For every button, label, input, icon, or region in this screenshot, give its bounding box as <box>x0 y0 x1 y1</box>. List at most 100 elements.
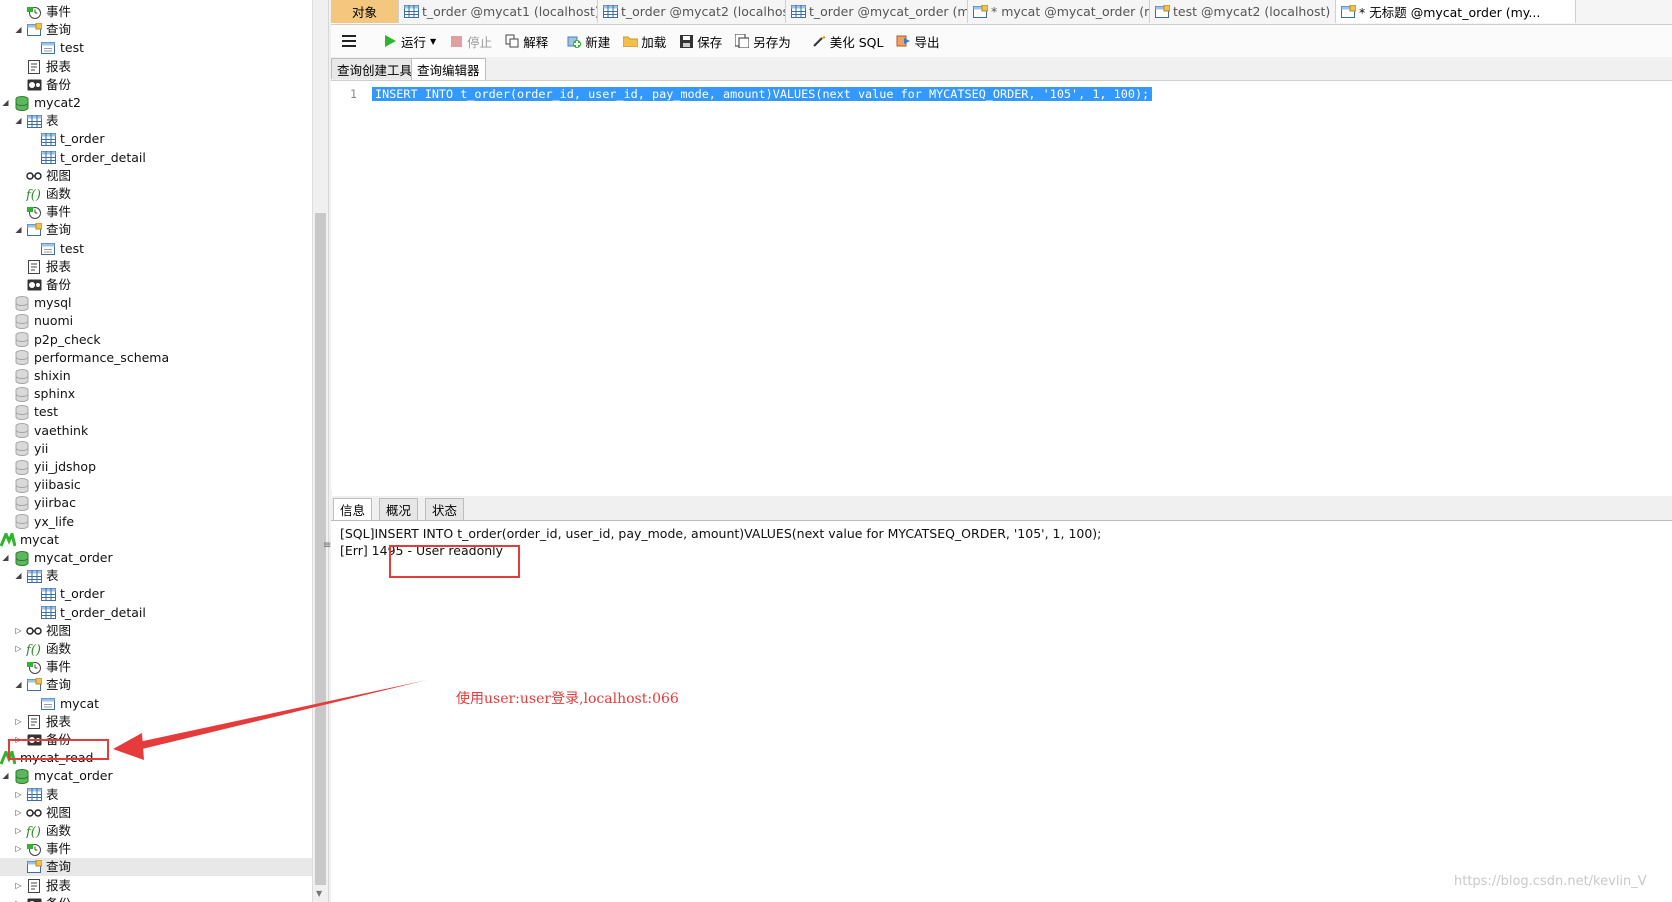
expanded-arrow-icon[interactable]: ◢ <box>14 225 23 235</box>
tree-item[interactable]: ◢ mycat2 <box>0 94 312 112</box>
save-as-button[interactable]: 另存为 <box>734 29 791 53</box>
tree-item[interactable]: ◢ mycat_order <box>0 767 312 785</box>
document-tab[interactable]: t_order @mycat2 (localhost)... <box>598 0 786 23</box>
expanded-arrow-icon[interactable]: ◢ <box>14 25 23 35</box>
document-tab[interactable]: * 无标题 @mycat_order (my... <box>1336 0 1576 23</box>
tree-item[interactable]: ▷ 表 <box>0 786 312 804</box>
tree-item[interactable]: test <box>0 39 312 57</box>
dropdown-arrow-icon[interactable]: ▼ <box>430 37 436 46</box>
tree-item[interactable]: shixin <box>0 367 312 385</box>
explain-button[interactable]: 解释 <box>504 29 548 53</box>
tree-item[interactable]: performance_schema <box>0 349 312 367</box>
collapsed-arrow-icon[interactable]: ▷ <box>14 808 23 817</box>
tab-query-editor[interactable]: 查询编辑器 <box>411 58 486 80</box>
tree-item[interactable]: ▷ 事件 <box>0 840 312 858</box>
new-button[interactable]: 新建 <box>566 29 610 53</box>
tree-item[interactable]: ◢ 查询 <box>0 676 312 694</box>
load-button[interactable]: 加载 <box>622 29 666 53</box>
tree-item[interactable]: ◢ mycat_order <box>0 549 312 567</box>
sidebar-scrollbar[interactable]: ▼ <box>312 0 329 902</box>
tree-item[interactable]: 查询 <box>0 858 312 877</box>
tree-item[interactable]: ◢ 查询 <box>0 21 312 39</box>
document-tab[interactable]: t_order @mycat_order (myc... <box>786 0 968 23</box>
tab-status[interactable]: 状态 <box>425 498 465 520</box>
tree-item[interactable]: ▷ f() 函数 <box>0 640 312 658</box>
tree-item[interactable]: mycat <box>0 695 312 713</box>
tree-item[interactable]: ▷ 视图 <box>0 622 312 640</box>
tree-item[interactable]: yii_jdshop <box>0 458 312 476</box>
tree-item[interactable]: vaethink <box>0 422 312 440</box>
collapsed-arrow-icon[interactable]: ▷ <box>14 644 23 654</box>
tree-item[interactable]: ▷ 报表 <box>0 877 312 895</box>
collapsed-arrow-icon[interactable]: ▷ <box>14 881 23 890</box>
scroll-down-arrow-icon[interactable]: ▼ <box>316 889 322 898</box>
tree-item[interactable]: 备份 <box>0 76 312 94</box>
document-tab[interactable]: * mycat @mycat_order (myc... <box>968 0 1150 23</box>
tree-item-label: mycat_order <box>34 550 113 565</box>
tree-item[interactable]: ◢ 表 <box>0 112 312 130</box>
tree-item[interactable]: t_order_detail <box>0 149 312 167</box>
tree-item[interactable]: ▷ 视图 <box>0 804 312 822</box>
tab-objects[interactable]: 对象 <box>331 0 399 23</box>
sql-message-line: [SQL]INSERT INTO t_order(order_id, user_… <box>340 526 1102 541</box>
save-button[interactable]: 保存 <box>678 29 722 53</box>
collapsed-arrow-icon[interactable]: ▷ <box>14 826 23 836</box>
tab-info[interactable]: 信息 <box>333 498 373 520</box>
tree-item[interactable]: 事件 <box>0 203 312 221</box>
collapsed-arrow-icon[interactable]: ▷ <box>14 844 23 854</box>
expanded-arrow-icon[interactable]: ◢ <box>14 571 23 581</box>
expanded-arrow-icon[interactable]: ◢ <box>1 771 10 781</box>
line-number-gutter: 1 <box>331 81 369 490</box>
tree-item[interactable]: 事件 <box>0 658 312 676</box>
tree-item[interactable]: yiirbac <box>0 494 312 512</box>
tree-item[interactable]: mycat <box>0 531 312 549</box>
tree-item[interactable]: ▷备份 <box>0 895 312 902</box>
expanded-arrow-icon[interactable]: ◢ <box>1 553 10 563</box>
tab-overview[interactable]: 概况 <box>379 498 419 520</box>
expanded-arrow-icon[interactable]: ◢ <box>14 680 23 690</box>
sql-editor[interactable]: 1 INSERT INTO t_order(order_id, user_id,… <box>331 81 1672 490</box>
beautify-sql-button[interactable]: ✦ 美化 SQL <box>811 29 883 53</box>
tree-item[interactable]: p2p_check <box>0 331 312 349</box>
tree-item[interactable]: 事件 <box>0 3 312 21</box>
collapsed-arrow-icon[interactable]: ▷ <box>14 626 23 635</box>
tree-item[interactable]: mysql <box>0 294 312 312</box>
tree-item[interactable]: nuomi <box>0 312 312 330</box>
new-query-icon <box>566 33 582 49</box>
tree-item[interactable]: ▷ f() 函数 <box>0 822 312 840</box>
expanded-arrow-icon[interactable]: ◢ <box>14 116 23 126</box>
tree-item[interactable]: test <box>0 403 312 421</box>
tree-item[interactable]: t_order_detail <box>0 604 312 622</box>
document-tab[interactable]: test @mycat2 (localhost) - ... <box>1150 0 1336 23</box>
tab-query-builder[interactable]: 查询创建工具 <box>331 58 419 79</box>
tree-item[interactable]: ◢ 表 <box>0 567 312 585</box>
tree-item[interactable]: yii <box>0 440 312 458</box>
sql-text-selected[interactable]: INSERT INTO t_order(order_id, user_id, p… <box>372 87 1153 101</box>
menu-button[interactable] <box>341 29 360 53</box>
tree-item[interactable]: t_order <box>0 130 312 148</box>
tree-item[interactable]: test <box>0 240 312 258</box>
collapsed-arrow-icon[interactable]: ▷ <box>14 717 23 726</box>
tree-item[interactable]: 备份 <box>0 276 312 294</box>
tree-item-label: 查询 <box>46 222 72 238</box>
tree-item[interactable]: ◢ 查询 <box>0 221 312 239</box>
svg-text:✦: ✦ <box>821 34 826 42</box>
tree-item[interactable]: 报表 <box>0 258 312 276</box>
tree-item[interactable]: sphinx <box>0 385 312 403</box>
tree-item[interactable]: ▷ 报表 <box>0 713 312 731</box>
expanded-arrow-icon[interactable]: ◢ <box>1 98 10 108</box>
tree-item[interactable]: yiibasic <box>0 476 312 494</box>
document-tab[interactable]: t_order @mycat1 (localhost)... <box>399 0 598 23</box>
tree-item[interactable]: f() 函数 <box>0 185 312 203</box>
export-button[interactable]: 导出 <box>895 29 940 53</box>
tree-item[interactable]: 视图 <box>0 167 312 185</box>
tree-item[interactable]: yx_life <box>0 513 312 531</box>
stop-button[interactable]: 停止 <box>448 29 492 53</box>
tree-item[interactable]: t_order <box>0 585 312 603</box>
tree-item[interactable]: 报表 <box>0 58 312 76</box>
line-number: 1 <box>350 87 357 101</box>
run-button[interactable]: 运行 ▼ <box>382 29 436 53</box>
collapsed-arrow-icon[interactable]: ▷ <box>14 790 23 799</box>
document-tab-label: 对象 <box>351 5 377 20</box>
